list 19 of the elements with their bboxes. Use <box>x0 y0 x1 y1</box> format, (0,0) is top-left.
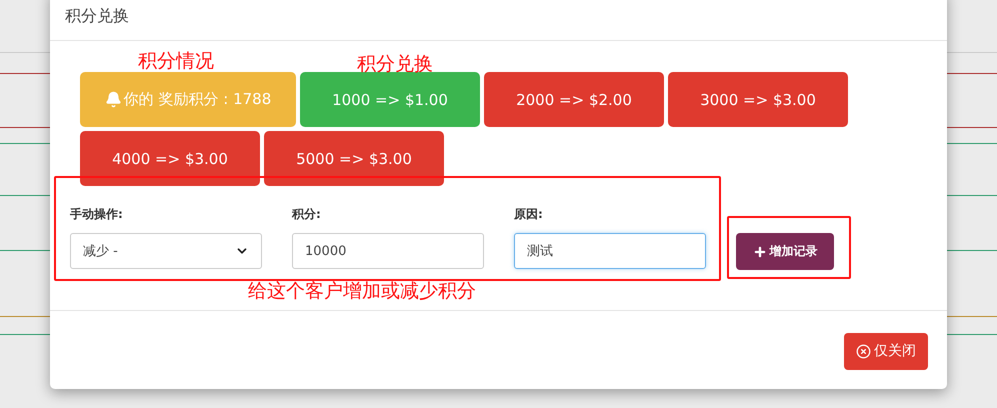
field-label: 原因: <box>514 206 544 223</box>
field-label: 积分: <box>292 206 322 223</box>
exchange-button[interactable]: 2000 => $2.00 <box>484 72 664 127</box>
action-select[interactable]: 减少 - <box>70 233 262 269</box>
exchange-button[interactable]: 3000 => $3.00 <box>668 72 848 127</box>
exchange-button[interactable]: 5000 => $3.00 <box>264 131 444 186</box>
plus-icon <box>752 244 766 258</box>
annotation-text: 积分情况 <box>138 49 214 74</box>
input-field[interactable]: 10000 <box>292 233 484 269</box>
exchange-button[interactable]: 4000 => $3.00 <box>80 131 260 186</box>
close-icon <box>856 344 871 358</box>
annotation-text: 给这个客户增加或减少积分 <box>248 279 476 304</box>
bell-icon <box>104 91 122 108</box>
input-field[interactable]: 测试 <box>514 233 706 269</box>
field-label: 手动操作: <box>70 206 124 223</box>
exchange-button[interactable]: 1000 => $1.00 <box>300 72 480 127</box>
close-button[interactable]: 仅关闭 <box>844 332 928 370</box>
dialog-title: 积分兑换 <box>65 6 129 27</box>
add-record-button[interactable]: 增加记录 <box>736 233 834 270</box>
